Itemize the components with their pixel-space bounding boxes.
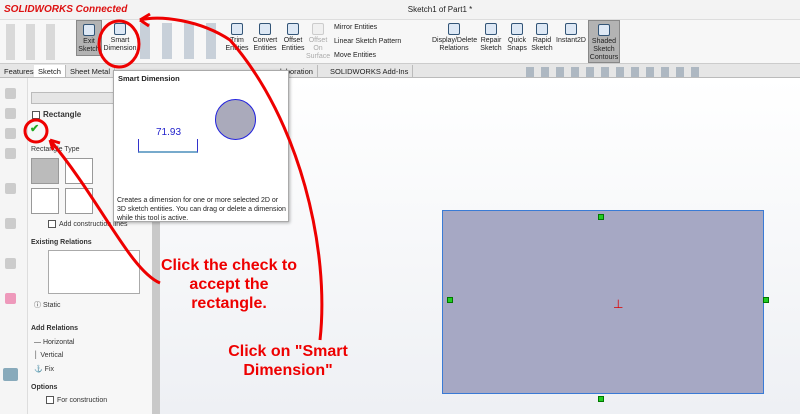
annotation-arrows <box>23 12 324 341</box>
check-instruction: Click the check to accept the rectangle. <box>160 257 298 312</box>
smart-dimension-instruction: Click on "Smart Dimension" <box>228 343 348 379</box>
